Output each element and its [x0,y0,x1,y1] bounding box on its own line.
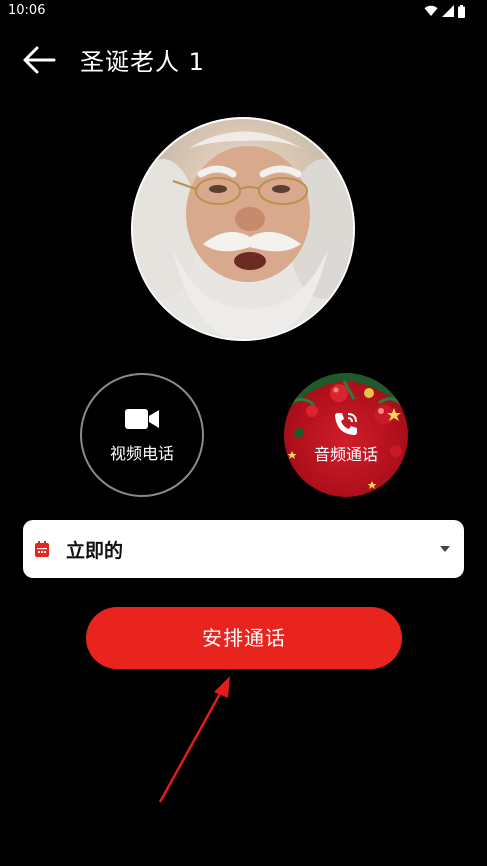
schedule-call-button[interactable]: 安排通话 [86,607,402,669]
status-time: 10:06 [8,3,46,18]
calendar-icon [35,541,49,557]
app-bar: 圣诞老人 1 [0,30,487,90]
back-button[interactable] [22,44,56,76]
page-title: 圣诞老人 1 [80,48,205,76]
wifi-icon [424,5,438,17]
schedule-selected-value: 立即的 [66,540,124,562]
status-bar: 10:06 [0,0,487,22]
audio-call-label: 音频通话 [313,445,378,464]
dropdown-arrow-icon [440,546,450,552]
signal-icon [442,5,454,17]
video-call-label: 视频电话 [109,444,174,463]
battery-icon [458,4,465,18]
schedule-select[interactable]: 立即的 [23,520,464,578]
contact-avatar [131,117,355,341]
audio-call-button[interactable]: 音频通话 [284,373,408,497]
annotation-arrow-icon [158,676,230,803]
santa-face-image [133,131,353,339]
status-icons [424,3,465,19]
video-camera-icon [125,406,159,432]
phone-ringing-icon [331,411,361,437]
arrow-left-icon [23,46,56,74]
video-call-button[interactable]: 视频电话 [80,373,204,497]
